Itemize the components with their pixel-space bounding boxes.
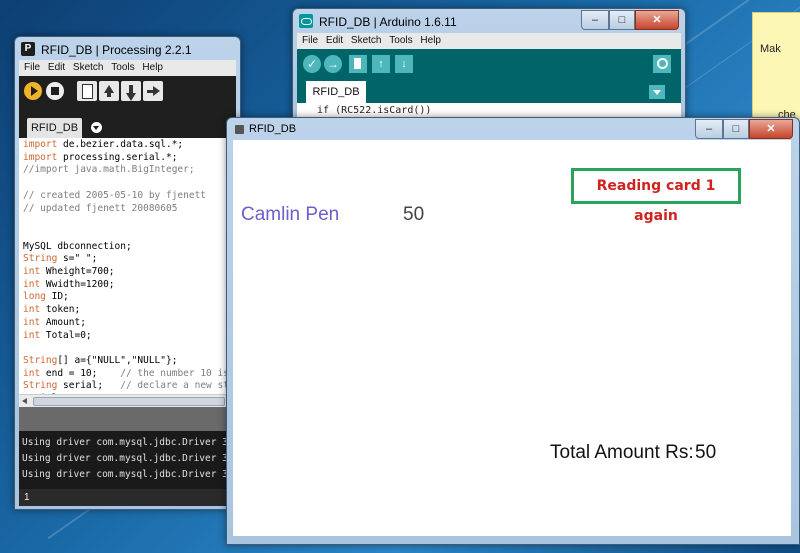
maximize-icon[interactable]: □ [723, 119, 749, 139]
sketch-canvas[interactable]: Reading card 1 again Camlin Pen 50 Total… [233, 140, 791, 536]
sketch-window-title: RFID_DB [249, 123, 297, 135]
arduino-app-icon [299, 14, 313, 28]
arduino-window: RFID_DB | Arduino 1.6.11 – □ ✕ File Edit… [292, 8, 686, 122]
sketch-window-controls: – □ ✕ [695, 119, 793, 139]
code-line: int Wwidth=1200; [23, 278, 115, 290]
menu-sketch[interactable]: Sketch [351, 33, 382, 49]
arduino-window-controls: – □ ✕ [581, 10, 679, 30]
code-line: if (RC522.isCard()) [305, 105, 432, 116]
tab-label: RFID_DB [312, 86, 360, 98]
processing-code-editor[interactable]: import de.bezier.data.sql.*; import proce… [19, 138, 236, 394]
stop-icon[interactable] [46, 82, 64, 100]
code-line: // updated fjenett 20080605 [23, 202, 178, 214]
code-line: String[] a={"NULL","NULL"}; [23, 354, 178, 366]
arduino-toolbar: ✓ → ↑ ↓ RFID_DB [297, 49, 681, 103]
code-lines: import de.bezier.data.sql.*; import proce… [23, 139, 229, 394]
verify-icon[interactable]: ✓ [303, 55, 321, 73]
menu-edit[interactable]: Edit [326, 33, 343, 49]
code-line: import processing.serial.*; [23, 151, 178, 163]
item-name: Camlin Pen [241, 204, 340, 225]
tab-menu-chevron-icon[interactable] [649, 85, 665, 99]
upload-icon[interactable]: → [324, 55, 342, 73]
processing-app-icon: P [21, 42, 35, 56]
code-line: int token; [23, 304, 81, 316]
arduino-window-title: RFID_DB | Arduino 1.6.11 [319, 15, 457, 29]
code-line: long ID; [23, 291, 69, 303]
new-sketch-icon[interactable] [77, 81, 97, 101]
console-line: Using driver com.mysql.jdbc.Driver 3. [22, 453, 234, 464]
tab-rfid-db[interactable]: RFID_DB [27, 118, 82, 138]
close-icon[interactable]: ✕ [749, 119, 793, 139]
line-number: 1 [24, 492, 30, 503]
menu-edit[interactable]: Edit [48, 60, 65, 76]
arduino-titlebar[interactable]: RFID_DB | Arduino 1.6.11 – □ ✕ [293, 9, 685, 35]
console-line: Using driver com.mysql.jdbc.Driver 3. [22, 437, 234, 448]
scrollbar-thumb[interactable] [33, 397, 225, 406]
code-line: String s=" "; [23, 253, 98, 265]
open-icon[interactable]: ↑ [372, 55, 390, 73]
tab-rfid-db[interactable]: RFID_DB [306, 81, 366, 103]
status-message: Reading card 1 again [596, 178, 716, 224]
run-icon[interactable] [24, 82, 42, 100]
close-icon[interactable]: ✕ [635, 10, 679, 30]
processing-status-bar: 1 [19, 489, 236, 506]
arduino-menubar: File Edit Sketch Tools Help [297, 33, 681, 49]
message-area [19, 407, 236, 431]
horizontal-scrollbar[interactable] [19, 394, 236, 407]
code-line: int Wheight=700; [23, 266, 115, 278]
console-line: Using driver com.mysql.jdbc.Driver 3. [22, 469, 234, 480]
minimize-icon[interactable]: – [581, 10, 609, 30]
save-icon[interactable]: ↓ [395, 55, 413, 73]
menu-sketch[interactable]: Sketch [73, 60, 104, 76]
code-line: int end = 10; // the number 10 is [23, 367, 229, 379]
menu-help[interactable]: Help [420, 33, 441, 49]
code-line: // created 2005-05-10 by fjenett [23, 189, 207, 201]
code-line: import de.bezier.data.sql.*; [23, 139, 184, 150]
processing-toolbar: RFID_DB [19, 76, 236, 138]
console: Using driver com.mysql.jdbc.Driver 3. Us… [19, 431, 236, 489]
code-line: int Amount; [23, 316, 86, 328]
minimize-icon[interactable]: – [695, 119, 723, 139]
code-line: MySQL dbconnection; [23, 240, 132, 252]
serial-monitor-icon[interactable] [653, 55, 671, 73]
processing-window-title: RFID_DB | Processing 2.2.1 [41, 43, 192, 57]
menu-file[interactable]: File [302, 33, 318, 49]
code-line: //import java.math.BigInteger; [23, 164, 195, 176]
menu-tools[interactable]: Tools [111, 60, 134, 76]
sketch-window: RFID_DB – □ ✕ Reading card 1 again Camli… [226, 117, 800, 545]
total-amount-value: 50 [695, 442, 717, 463]
code-line: int Total=0; [23, 329, 92, 341]
scroll-left-icon[interactable] [22, 398, 27, 404]
code-line: String serial; // declare a new st [23, 380, 229, 392]
tab-menu-chevron-icon[interactable] [91, 122, 102, 133]
menu-tools[interactable]: Tools [389, 33, 412, 49]
save-sketch-icon[interactable] [121, 81, 141, 101]
maximize-icon[interactable]: □ [609, 10, 635, 30]
item-price: 50 [403, 204, 425, 225]
status-message-box: Reading card 1 again [571, 168, 741, 224]
processing-menubar: File Edit Sketch Tools Help [19, 60, 236, 76]
menu-help[interactable]: Help [142, 60, 163, 76]
menu-file[interactable]: File [24, 60, 40, 76]
export-icon[interactable] [143, 81, 163, 101]
sketch-app-icon [235, 125, 244, 134]
open-sketch-icon[interactable] [99, 81, 119, 101]
tab-label: RFID_DB [30, 122, 79, 134]
sticky-note-line: Mak [760, 43, 781, 55]
total-amount-label: Total Amount Rs: [550, 442, 694, 463]
processing-window: P RFID_DB | Processing 2.2.1 File Edit S… [14, 36, 241, 510]
new-icon[interactable] [349, 55, 367, 73]
